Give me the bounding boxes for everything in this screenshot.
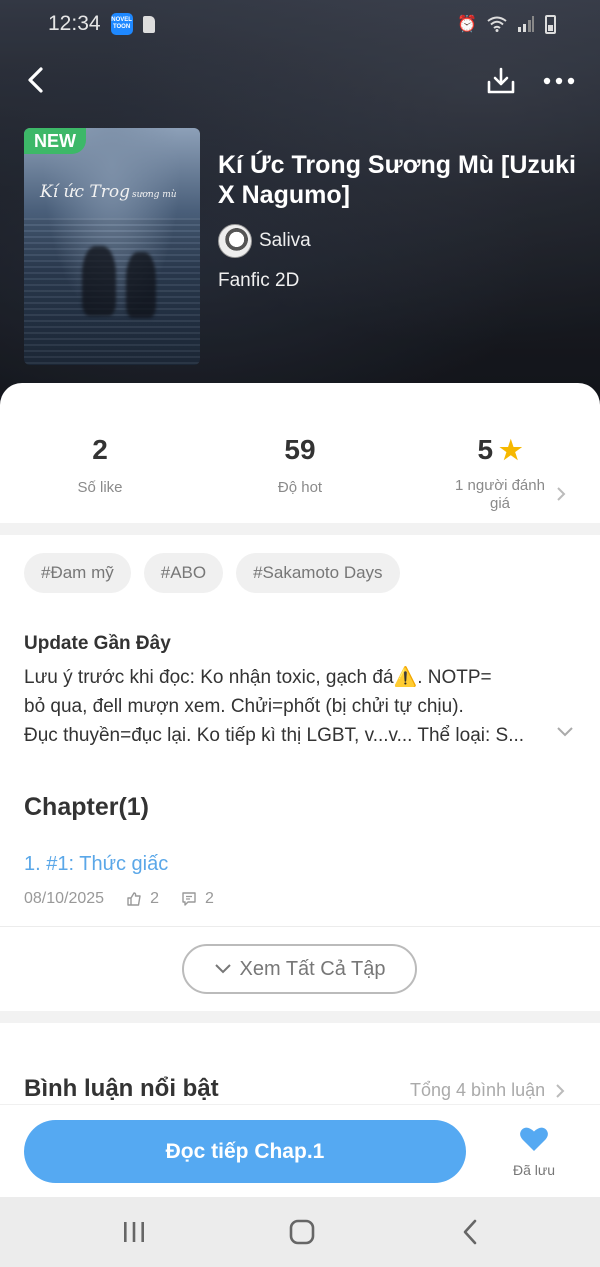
tag-list: #Đam mỹ #ABO #Sakamoto Days: [24, 553, 400, 593]
recent-apps-icon: [124, 1222, 144, 1242]
likes-count: 2: [92, 434, 108, 465]
expand-description-button[interactable]: [556, 725, 574, 743]
thumbs-up-icon: [127, 892, 141, 906]
section-divider: [0, 523, 600, 535]
novel-app-icon: NOVEL TOON: [110, 13, 133, 35]
view-all-chapters-button[interactable]: Xem Tất Cả Tập: [182, 944, 417, 994]
chapter-meta: 08/10/2025 2 2: [24, 890, 214, 908]
chevron-right-icon: [556, 486, 566, 507]
chevron-right-icon: [556, 1083, 565, 1098]
rating-value-row: 5 ★: [400, 433, 600, 467]
chapter-heading: Chapter(1): [24, 793, 150, 821]
rating-label: 1 người đánh giá: [455, 477, 545, 512]
home-button[interactable]: [282, 1217, 322, 1247]
chapter-item-link[interactable]: 1. #1: Thức giấc: [24, 853, 168, 876]
comments-total-label: Tổng 4 bình luận: [410, 1080, 546, 1100]
divider-line: [0, 926, 600, 927]
cover-title-art: Kí ức Trog sương mù: [40, 182, 177, 202]
new-badge: NEW: [24, 128, 86, 154]
rating-value: 5: [477, 434, 494, 465]
cover-subtitle-text: sương mù: [132, 190, 177, 200]
stats-row: 2 Số like 59 Độ hot 5 ★ 1 người đánh giá: [0, 383, 600, 523]
status-time: 12:34: [48, 12, 101, 35]
cover-figure-left: [82, 246, 116, 316]
section-divider: [0, 1011, 600, 1023]
battery-icon: [545, 14, 556, 34]
tag-dam-my[interactable]: #Đam mỹ: [24, 553, 131, 593]
book-cover[interactable]: Kí ức Trog sương mù NEW: [24, 128, 200, 365]
cover-title-text: Kí ức Trog: [40, 182, 130, 202]
hot-stat: 59 Độ hot: [200, 433, 400, 497]
chevron-down-icon: [557, 727, 573, 737]
rating-stat[interactable]: 5 ★ 1 người đánh giá: [400, 433, 600, 513]
saved-button[interactable]: Đã lưu: [496, 1125, 572, 1178]
cover-figure-right: [126, 252, 156, 318]
download-icon: [487, 67, 515, 94]
update-line-2: bỏ qua, đell mượn xem. Chửi=phốt (bị chử…: [24, 696, 464, 717]
alarm-icon: ⏰: [457, 16, 477, 33]
chapter-like-count: 2: [150, 890, 159, 907]
signal-icon: [518, 16, 534, 32]
tag-sakamoto-days[interactable]: #Sakamoto Days: [236, 553, 400, 593]
bottom-action-bar: Đọc tiếp Chap.1 Đã lưu: [0, 1104, 600, 1197]
wifi-icon: [487, 16, 507, 32]
featured-comments-heading: Bình luận nổi bật: [24, 1075, 219, 1102]
update-line-1: Lưu ý trước khi đọc: Ko nhận toxic, gạch…: [24, 667, 492, 688]
chapter-date: 08/10/2025: [24, 890, 105, 907]
sd-card-icon: [142, 15, 155, 33]
likes-stat: 2 Số like: [0, 433, 200, 497]
author-name: Saliva: [259, 230, 311, 251]
author-avatar: [218, 224, 252, 258]
download-button[interactable]: [482, 62, 520, 100]
star-icon: ★: [499, 435, 523, 465]
status-bar: 12:34 NOVEL TOON ⏰: [0, 0, 600, 48]
system-navigation-bar: [0, 1197, 600, 1267]
likes-label: Số like: [77, 479, 123, 496]
saved-label: Đã lưu: [512, 1162, 556, 1178]
back-button[interactable]: [18, 62, 54, 98]
chevron-down-icon: [214, 964, 231, 974]
update-line-3: Đục thuyền=đục lại. Ko tiếp kì thị LGBT,…: [24, 725, 525, 746]
book-title: Kí Ức Trong Sương Mù [Uzuki X Nagumo]: [218, 151, 576, 209]
view-all-label: Xem Tất Cả Tập: [239, 957, 386, 980]
back-arrow-icon: [463, 1219, 477, 1245]
system-back-button[interactable]: [450, 1217, 490, 1247]
all-comments-link[interactable]: Tổng 4 bình luận: [410, 1080, 565, 1101]
recent-apps-button[interactable]: [114, 1217, 154, 1247]
home-icon: [289, 1219, 315, 1245]
top-navigation: [0, 58, 600, 102]
more-options-button[interactable]: [540, 62, 578, 100]
hot-count: 59: [284, 434, 316, 465]
chapter-comment-count: 2: [204, 890, 214, 907]
comment-icon: [182, 892, 196, 906]
tag-abo[interactable]: #ABO: [143, 553, 224, 593]
genre-label[interactable]: Fanfic 2D: [218, 270, 299, 292]
chevron-left-icon: [28, 67, 43, 93]
hot-label: Độ hot: [277, 479, 323, 496]
update-description: Lưu ý trước khi đọc: Ko nhận toxic, gạch…: [24, 663, 554, 750]
continue-reading-button[interactable]: Đọc tiếp Chap.1: [24, 1120, 466, 1183]
update-heading: Update Gần Đây: [24, 633, 171, 654]
author-link[interactable]: Saliva: [218, 224, 311, 258]
heart-icon: [520, 1127, 548, 1151]
more-dots-icon: [543, 77, 575, 85]
